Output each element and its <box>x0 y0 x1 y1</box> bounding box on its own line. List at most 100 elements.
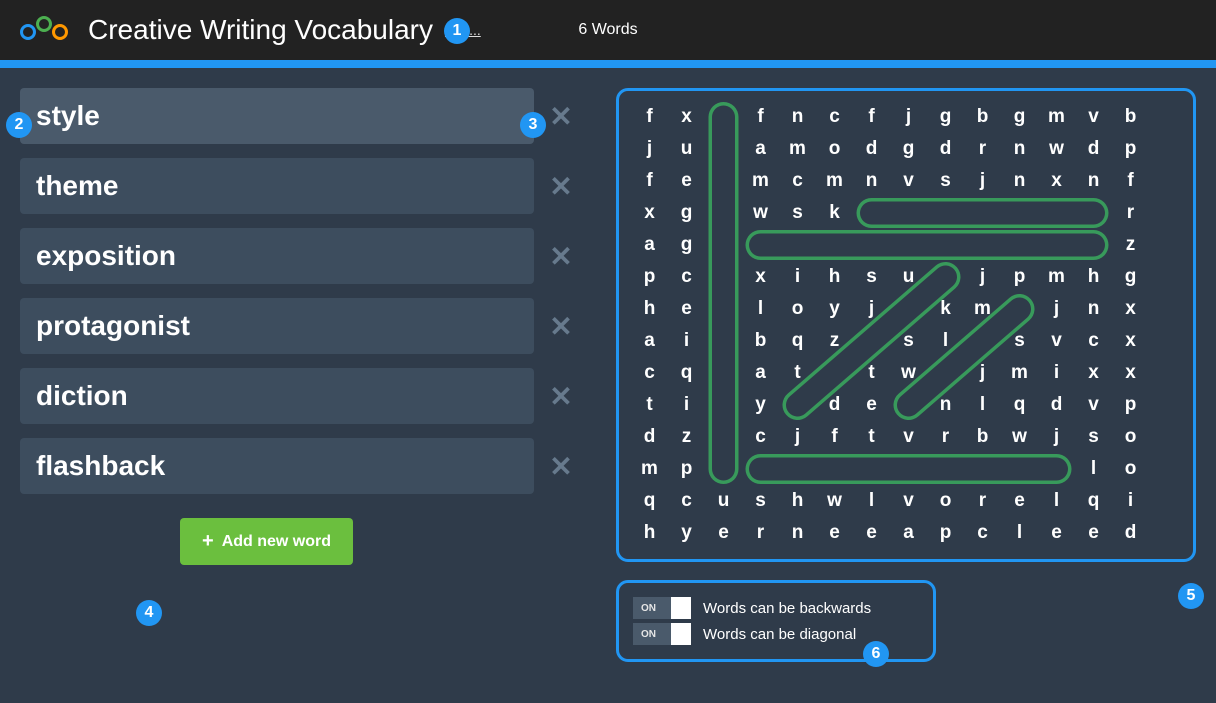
grid-cell[interactable]: k <box>742 453 779 485</box>
grid-cell[interactable]: v <box>890 485 927 517</box>
grid-cell[interactable]: n <box>927 389 964 421</box>
grid-cell[interactable]: d <box>1038 389 1075 421</box>
grid-cell[interactable]: a <box>964 453 1001 485</box>
grid-cell[interactable]: f <box>631 165 668 197</box>
grid-cell[interactable]: b <box>742 325 779 357</box>
grid-cell[interactable]: j <box>964 261 1001 293</box>
grid-cell[interactable]: f <box>816 421 853 453</box>
grid-cell[interactable]: l <box>1001 517 1038 549</box>
grid-cell[interactable]: e <box>1075 229 1112 261</box>
grid-cell[interactable]: m <box>1038 261 1075 293</box>
grid-cell[interactable]: s <box>927 261 964 293</box>
grid-cell[interactable]: o <box>705 229 742 261</box>
delete-word-button[interactable]: ✕ <box>546 310 576 343</box>
grid-cell[interactable]: o <box>816 133 853 165</box>
grid-cell[interactable]: g <box>890 133 927 165</box>
grid-cell[interactable]: x <box>1112 357 1149 389</box>
word-input[interactable] <box>20 158 534 214</box>
grid-cell[interactable]: e <box>705 517 742 549</box>
grid-cell[interactable]: i <box>779 261 816 293</box>
grid-cell[interactable]: v <box>890 165 927 197</box>
grid-cell[interactable]: y <box>816 293 853 325</box>
grid-cell[interactable]: t <box>927 357 964 389</box>
grid-cell[interactable]: q <box>1075 485 1112 517</box>
grid-cell[interactable]: o <box>1112 421 1149 453</box>
grid-cell[interactable]: y <box>668 517 705 549</box>
grid-cell[interactable]: o <box>779 293 816 325</box>
grid-cell[interactable]: e <box>705 453 742 485</box>
grid-cell[interactable]: a <box>705 293 742 325</box>
grid-cell[interactable]: b <box>964 101 1001 133</box>
grid-cell[interactable]: z <box>668 421 705 453</box>
grid-cell[interactable]: l <box>964 389 1001 421</box>
grid-cell[interactable]: s <box>927 229 964 261</box>
grid-cell[interactable]: n <box>742 229 779 261</box>
grid-cell[interactable]: u <box>890 261 927 293</box>
grid-cell[interactable]: a <box>742 133 779 165</box>
grid-cell[interactable]: s <box>890 325 927 357</box>
toggle-backwards[interactable]: ON <box>633 597 691 619</box>
grid-cell[interactable]: i <box>705 165 742 197</box>
grid-cell[interactable]: n <box>1001 133 1038 165</box>
grid-cell[interactable]: h <box>890 453 927 485</box>
toggle-diagonal[interactable]: ON <box>633 623 691 645</box>
grid-cell[interactable]: w <box>890 357 927 389</box>
grid-cell[interactable]: i <box>1038 357 1075 389</box>
grid-cell[interactable]: d <box>816 389 853 421</box>
word-input[interactable] <box>20 298 534 354</box>
grid-cell[interactable]: n <box>779 101 816 133</box>
grid-cell[interactable]: t <box>853 357 890 389</box>
grid-cell[interactable]: j <box>779 421 816 453</box>
word-input[interactable] <box>20 368 534 424</box>
grid-cell[interactable]: n <box>1075 165 1112 197</box>
grid-cell[interactable]: g <box>668 229 705 261</box>
grid-cell[interactable]: i <box>668 325 705 357</box>
grid-cell[interactable]: s <box>1001 325 1038 357</box>
grid-cell[interactable]: x <box>668 101 705 133</box>
grid-cell[interactable]: n <box>853 165 890 197</box>
grid-cell[interactable]: o <box>779 229 816 261</box>
grid-cell[interactable]: m <box>964 293 1001 325</box>
grid-cell[interactable]: e <box>816 517 853 549</box>
grid-cell[interactable]: c <box>1075 325 1112 357</box>
grid-cell[interactable]: d <box>1075 133 1112 165</box>
grid-cell[interactable]: x <box>1112 293 1149 325</box>
grid-cell[interactable]: h <box>1075 261 1112 293</box>
grid-cell[interactable]: c <box>816 101 853 133</box>
grid-cell[interactable]: x <box>631 197 668 229</box>
grid-cell[interactable]: c <box>668 485 705 517</box>
grid-cell[interactable]: g <box>705 261 742 293</box>
grid-cell[interactable]: s <box>742 485 779 517</box>
grid-cell[interactable]: e <box>853 517 890 549</box>
delete-word-button[interactable]: ✕ <box>546 450 576 483</box>
grid-cell[interactable]: e <box>779 389 816 421</box>
grid-cell[interactable]: i <box>1038 197 1075 229</box>
grid-cell[interactable]: j <box>853 293 890 325</box>
grid-cell[interactable]: g <box>927 101 964 133</box>
grid-cell[interactable]: v <box>1075 101 1112 133</box>
grid-cell[interactable]: g <box>668 197 705 229</box>
grid-cell[interactable]: h <box>631 293 668 325</box>
grid-cell[interactable]: y <box>742 389 779 421</box>
grid-cell[interactable]: v <box>1075 389 1112 421</box>
grid-cell[interactable]: f <box>853 101 890 133</box>
grid-cell[interactable]: d <box>631 421 668 453</box>
grid-cell[interactable]: w <box>816 485 853 517</box>
grid-cell[interactable]: d <box>1075 197 1112 229</box>
grid-cell[interactable]: t <box>631 389 668 421</box>
grid-cell[interactable]: c <box>1001 197 1038 229</box>
grid-cell[interactable]: t <box>705 325 742 357</box>
grid-cell[interactable]: n <box>1001 165 1038 197</box>
grid-cell[interactable]: c <box>779 165 816 197</box>
grid-cell[interactable]: i <box>927 197 964 229</box>
add-word-button[interactable]: + Add new word <box>180 518 353 565</box>
grid-cell[interactable]: c <box>631 357 668 389</box>
grid-cell[interactable]: x <box>1112 325 1149 357</box>
grid-cell[interactable]: i <box>668 389 705 421</box>
grid-cell[interactable]: l <box>853 485 890 517</box>
grid-cell[interactable]: p <box>1001 229 1038 261</box>
grid-cell[interactable]: j <box>964 357 1001 389</box>
delete-word-button[interactable]: ✕ <box>546 380 576 413</box>
grid-cell[interactable]: p <box>927 517 964 549</box>
grid-cell[interactable]: j <box>964 165 1001 197</box>
